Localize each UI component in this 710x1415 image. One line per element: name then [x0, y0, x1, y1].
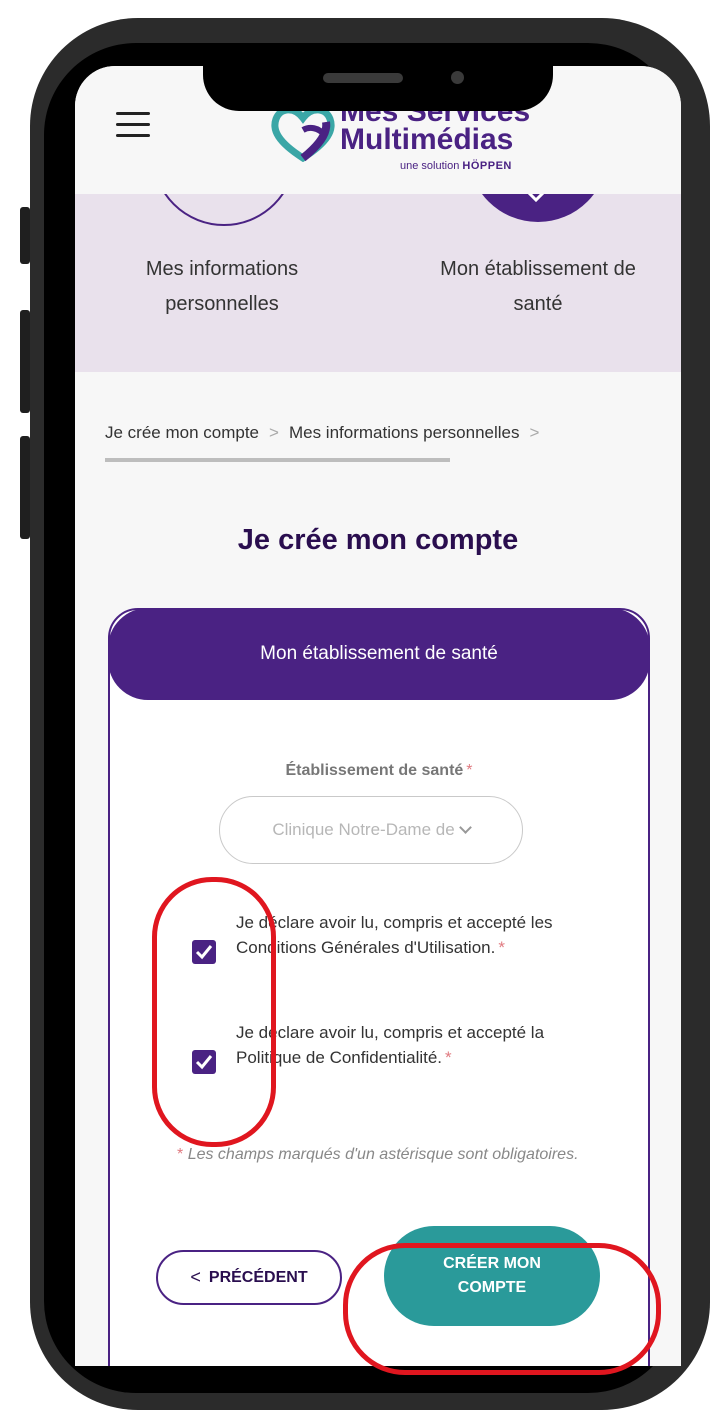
privacy-consent-label: Je déclare avoir lu, compris et accepté …: [236, 1020, 566, 1070]
breadcrumb-separator: >: [529, 423, 540, 442]
logo-text-line2: Multimédias: [340, 123, 514, 156]
privacy-consent-text: Je déclare avoir lu, compris et accepté …: [236, 1023, 545, 1067]
required-asterisk: *: [445, 1048, 452, 1067]
phone-notch: [203, 45, 553, 111]
required-asterisk: *: [466, 762, 473, 779]
progress-steps: Mes informations personnelles Mon établi…: [75, 194, 681, 372]
facility-select-value: Clinique Notre-Dame de: [272, 820, 455, 839]
camera-icon: [451, 71, 464, 84]
required-fields-note: * Les champs marqués d'un astérisque son…: [174, 1142, 594, 1168]
checkmark-icon: [195, 945, 213, 960]
breadcrumb-item-create-account[interactable]: Je crée mon compte: [105, 423, 259, 442]
create-account-button[interactable]: CRÉER MON COMPTE: [384, 1226, 600, 1326]
page-title: Je crée mon compte: [237, 524, 519, 556]
privacy-checkbox[interactable]: [192, 1050, 216, 1074]
breadcrumb-underline: [105, 458, 450, 462]
required-asterisk: *: [498, 938, 505, 957]
phone-side-button: [20, 310, 30, 413]
cgu-checkbox[interactable]: [192, 940, 216, 964]
phone-side-button: [20, 207, 30, 264]
cgu-consent-label: Je déclare avoir lu, compris et accepté …: [236, 910, 566, 960]
breadcrumb-separator: >: [269, 423, 279, 442]
required-note-text: Les champs marqués d'un astérisque sont …: [187, 1146, 579, 1163]
speaker-grille: [323, 73, 403, 83]
facility-label-text: Établissement de santé: [285, 762, 464, 779]
menu-icon[interactable]: [116, 112, 150, 138]
heart-logo-icon: [271, 106, 335, 162]
phone-side-button: [20, 436, 30, 539]
required-asterisk: *: [177, 1146, 184, 1163]
card-title: Mon établissement de santé: [108, 608, 650, 700]
chevron-left-icon: <: [190, 1267, 201, 1287]
step-label-personal-info: Mes informations personnelles: [145, 258, 299, 315]
form-card: Mon établissement de santé Établissement…: [108, 608, 650, 1366]
logo-tagline-brand: HÖPPEN: [462, 160, 512, 172]
logo-tagline-prefix: une solution: [400, 160, 460, 172]
chevron-down-icon: [458, 821, 472, 834]
facility-select[interactable]: Clinique Notre-Dame de: [219, 796, 523, 864]
cgu-consent-text: Je déclare avoir lu, compris et accepté …: [236, 913, 553, 957]
facility-field-label: Établissement de santé *: [110, 762, 648, 780]
breadcrumb: Je crée mon compte > Mes informations pers…: [105, 423, 549, 443]
previous-button[interactable]: < PRÉCÉDENT: [156, 1250, 342, 1305]
step-circle-1: [152, 194, 296, 226]
previous-button-label: PRÉCÉDENT: [208, 1268, 308, 1286]
create-account-label: CRÉER MON COMPTE: [443, 1255, 541, 1296]
breadcrumb-item-personal-info[interactable]: Mes informations personnelles: [289, 423, 520, 442]
step-circle-2-active: [468, 194, 608, 222]
logo-tagline: une solution HÖPPEN: [400, 160, 512, 172]
checkmark-icon: [195, 1055, 213, 1070]
step-label-health-facility: Mon établissement de santé: [440, 258, 636, 315]
heart-icon: [527, 194, 545, 202]
app-screen: Mes Services Multimédias une solution HÖ…: [75, 66, 681, 1366]
